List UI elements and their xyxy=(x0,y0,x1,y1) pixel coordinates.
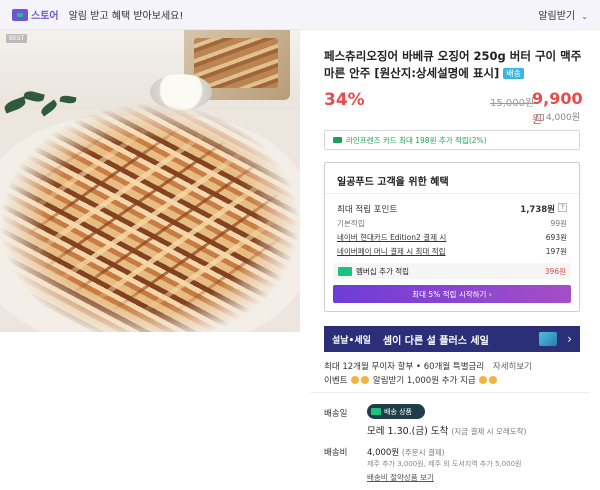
max-points-value: 1,738원 xyxy=(520,205,555,215)
sale-banner-tag: 설날•세일 xyxy=(332,335,371,346)
shipping-extra-fee: 제주 추가 3,000원, 제주 외 도서지역 추가 5,000원 xyxy=(367,460,522,468)
delivery-tag: 배송 xyxy=(503,68,524,79)
benefit-row[interactable]: 네이버페이 머니 결제 시 최대 적립 197원 xyxy=(337,246,567,257)
shipping-badge: 배송 상품 xyxy=(367,404,425,419)
benefit-row-value: 197원 xyxy=(545,247,567,256)
membership-row: 멤버십 추가 적립 396원 xyxy=(333,263,571,279)
shipping-fee: 4,000원 (주문시 결제) xyxy=(367,446,445,458)
coin-icon xyxy=(479,376,488,384)
coin-icon xyxy=(361,376,370,384)
discount-rate: 34% xyxy=(324,90,365,110)
installment-more-link[interactable]: 자세히보기 xyxy=(493,362,532,372)
benefit-row-value: 99원 xyxy=(550,219,567,228)
arrival-date: 모레 1.30.(금) 도착 (지금 결제 시 오래도착) xyxy=(367,423,526,437)
max-points-row: 최대 적립 포인트 1,738원 ? xyxy=(337,203,567,215)
gift-icon xyxy=(539,332,558,346)
benefit-row: 기본적립 99원 xyxy=(337,218,567,229)
benefit-box: 일공푸드 고객을 위한 혜택 최대 적립 포인트 1,738원 ? 기본적립 9… xyxy=(324,162,580,312)
event-text: 알림받기 1,000원 추가 지급 xyxy=(372,376,476,386)
product-title-text: 페스츄리오징어 바베큐 오징어 250g 버터 구이 맥주 마른 안주 [원산지… xyxy=(324,49,582,80)
benefit-row-label: 네이버페이 머니 결제 시 최대 적립 xyxy=(337,247,446,256)
card-icon xyxy=(333,137,342,143)
coin-icon xyxy=(489,376,498,384)
coin-icon xyxy=(351,376,360,384)
squid-strips xyxy=(20,120,290,320)
benefit-row-label: 네이버 현대카드 Edition2 결제 시 xyxy=(337,233,447,242)
notification-message: 알림 받고 혜택 받아보세요! xyxy=(68,11,184,22)
notification-bar: 스토어 알림 받고 혜택 받아보세요! 알림받기 ⌄ xyxy=(0,0,600,30)
store-icon xyxy=(12,8,28,21)
benefit-title: 일공푸드 고객을 위한 혜택 xyxy=(337,177,449,188)
event-label: 이벤트 xyxy=(324,376,348,386)
divider xyxy=(310,392,590,393)
arrival-text: 모레 1.30.(금) 도착 xyxy=(367,426,449,437)
product-info-panel: 페스츄리오징어 바베큐 오징어 250g 버터 구이 맥주 마른 안주 [원산지… xyxy=(310,30,590,490)
max-points-label: 최대 적립 포인트 xyxy=(337,205,398,215)
unit-price[interactable]: 4,000원 xyxy=(535,110,580,123)
membership-icon xyxy=(338,266,352,276)
card-promo-banner[interactable]: 라인프렌즈 카드 최대 198원 추가 적립(2%) xyxy=(324,130,580,150)
shipping-date-label: 배송일 xyxy=(324,409,348,419)
shipping-fee-note: (주문시 결제) xyxy=(401,448,445,457)
shipping-badge-text: 배송 상품 xyxy=(384,407,412,416)
benefit-row-label: 기본적립 xyxy=(337,219,365,228)
benefit-row[interactable]: 네이버 현대카드 Edition2 결제 시 693원 xyxy=(337,232,567,243)
sale-banner[interactable]: 설날•세일 셈이 다른 설 플러스 세일 › xyxy=(324,326,580,352)
bundle-products-link[interactable]: 배송비 절약상품 보기 xyxy=(367,472,434,483)
arrival-note: (지금 결제 시 오래도착) xyxy=(451,427,527,436)
sale-banner-text: 셈이 다른 설 플러스 세일 xyxy=(382,335,489,347)
membership-label: 멤버십 추가 적립 xyxy=(356,266,410,276)
help-icon[interactable]: ? xyxy=(558,203,567,212)
store-label: 스토어 xyxy=(31,11,59,22)
best-badge: BEST xyxy=(6,34,28,43)
original-price: 15,000원 xyxy=(490,98,535,109)
delivery-icon xyxy=(371,408,381,415)
package-photo xyxy=(194,38,278,88)
event-info: 이벤트 알림받기 1,000원 추가 지급 xyxy=(324,374,498,386)
subscribe-alert-label: 알림받기 xyxy=(538,11,576,22)
product-image[interactable]: BEST xyxy=(0,30,300,332)
membership-value: 396원 xyxy=(544,266,566,276)
unit-price-value: 4,000원 xyxy=(545,113,580,123)
benefit-row-value: 693원 xyxy=(545,233,567,242)
chevron-right-icon: › xyxy=(567,332,572,346)
start-points-button[interactable]: 최대 5% 적립 시작하기 › xyxy=(333,285,571,303)
chevron-down-icon: ⌄ xyxy=(581,12,588,21)
card-promo-text: 라인프렌즈 카드 최대 198원 추가 적립(2%) xyxy=(346,135,487,145)
shipping-fee-value: 4,000원 xyxy=(367,448,400,458)
subscribe-alert-button[interactable]: 알림받기 ⌄ xyxy=(538,7,588,22)
installment-text: 최대 12개월 무이자 할부 • 60개월 특별금리 xyxy=(324,362,485,372)
divider xyxy=(325,193,579,194)
delivery-truck-icon xyxy=(535,114,544,121)
installment-info: 최대 12개월 무이자 할부 • 60개월 특별금리 자세히보기 xyxy=(324,360,532,372)
sale-price-value: 9,900 xyxy=(532,89,583,108)
store-badge: 스토어 xyxy=(12,7,59,22)
shipping-fee-label: 배송비 xyxy=(324,448,348,458)
product-title: 페스츄리오징어 바베큐 오징어 250g 버터 구이 맥주 마른 안주 [원산지… xyxy=(324,48,586,82)
